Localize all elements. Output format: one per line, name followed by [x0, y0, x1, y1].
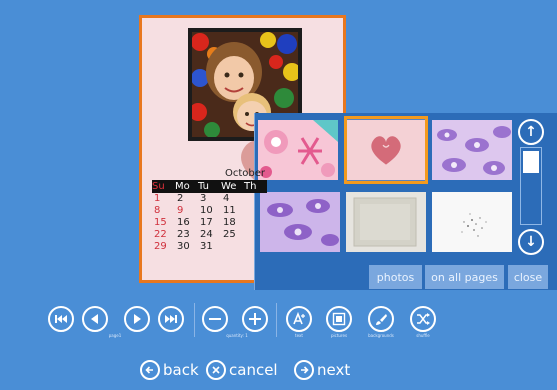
- background-thumbnail[interactable]: [432, 192, 512, 252]
- calendar-day: [221, 241, 244, 253]
- background-thumbnail[interactable]: [432, 120, 512, 180]
- plus-icon: [249, 313, 261, 325]
- calendar-day: 10: [200, 205, 213, 216]
- calendar-day: 18: [223, 217, 236, 228]
- skip-last-icon: [165, 315, 177, 323]
- back-label: back: [163, 361, 199, 379]
- calendar-day: 30: [177, 241, 190, 252]
- calendar-day: [244, 205, 267, 217]
- pink-flowers-pattern: [258, 120, 338, 180]
- calendar-grid: October Su Mo Tu We Th 1 2 3 4 8 9 10 11…: [152, 168, 267, 253]
- calendar-day: 4: [223, 193, 230, 204]
- background-thumbnail[interactable]: [260, 192, 340, 252]
- arrow-up-icon: ↑: [525, 124, 537, 140]
- shuffle-label: shuffle: [416, 333, 430, 338]
- calendar-day: 8: [154, 205, 161, 216]
- thumbnail-scrollbar[interactable]: [520, 147, 542, 225]
- add-text-button[interactable]: [286, 306, 312, 332]
- calendar-week-row: 22 23 24 25: [152, 229, 267, 241]
- pictures-label: pictures: [330, 333, 348, 338]
- background-thumbnail[interactable]: [346, 192, 426, 252]
- scroll-up-button[interactable]: ↑: [518, 119, 544, 145]
- pictures-button[interactable]: [326, 306, 352, 332]
- toolbar-divider: [194, 303, 195, 337]
- previous-page-button[interactable]: [82, 306, 108, 332]
- picture-icon: [332, 312, 346, 326]
- last-page-button[interactable]: [158, 306, 184, 332]
- brush-icon: [376, 314, 387, 325]
- calendar-day: 22: [154, 229, 167, 240]
- weekday-label: Th: [244, 181, 257, 192]
- calendar-day: 11: [223, 205, 236, 216]
- calendar-day: [244, 217, 267, 229]
- purple-paisley-pattern: [432, 120, 512, 180]
- scroll-down-button[interactable]: ↓: [518, 229, 544, 255]
- calendar-week-row: 15 16 17 18: [152, 217, 267, 229]
- next-page-button[interactable]: [124, 306, 150, 332]
- text-add-icon: [293, 311, 305, 325]
- calendar-day: 23: [177, 229, 190, 240]
- minus-icon: [209, 318, 221, 320]
- increase-quantity-button[interactable]: [242, 306, 268, 332]
- text-label: text: [295, 333, 303, 338]
- page-indicator-label: page1: [108, 333, 122, 338]
- arrow-down-icon: ↓: [525, 234, 537, 250]
- calendar-day: 15: [154, 217, 167, 228]
- parchment-texture-pattern: [346, 192, 426, 252]
- scrollbar-thumb[interactable]: [523, 151, 539, 173]
- shuffle-icon: [417, 313, 430, 325]
- next-label: next: [317, 361, 351, 379]
- calendar-month: October: [224, 168, 265, 179]
- speckled-white-pattern: [432, 192, 512, 252]
- calendar-day: 29: [154, 241, 167, 252]
- decrease-quantity-button[interactable]: [202, 306, 228, 332]
- weekday-label: Tu: [198, 181, 209, 192]
- background-thumbnail-selected[interactable]: [344, 116, 428, 184]
- skip-first-icon: [55, 315, 67, 323]
- calendar-day: 25: [223, 229, 236, 240]
- weekday-label: Mo: [175, 181, 190, 192]
- first-page-button[interactable]: [48, 306, 74, 332]
- next-button[interactable]: next: [294, 360, 350, 380]
- arrow-right-icon: [294, 360, 314, 380]
- calendar-day: 31: [200, 241, 213, 252]
- backgrounds-label: backgrounds: [368, 333, 394, 338]
- close-icon: [206, 360, 226, 380]
- arrow-left-icon: [140, 360, 160, 380]
- weekday-label: We: [221, 181, 237, 192]
- calendar-day: 16: [177, 217, 190, 228]
- cancel-button[interactable]: cancel: [206, 360, 278, 380]
- calendar-day: [244, 229, 267, 241]
- play-right-icon: [134, 314, 141, 324]
- calendar-week-row: 1 2 3 4: [152, 193, 267, 205]
- shuffle-button[interactable]: [410, 306, 436, 332]
- cancel-label: cancel: [229, 361, 278, 379]
- calendar-day: 3: [200, 193, 207, 204]
- calendar-day: [244, 241, 267, 253]
- calendar-day: 17: [200, 217, 213, 228]
- toolbar-divider: [276, 303, 277, 337]
- photos-button[interactable]: photos: [369, 265, 422, 289]
- close-button[interactable]: close: [508, 265, 548, 289]
- background-thumbnail[interactable]: [258, 120, 338, 180]
- backgrounds-button[interactable]: [368, 306, 394, 332]
- calendar-day: 24: [200, 229, 213, 240]
- play-left-icon: [91, 314, 98, 324]
- calendar-week-row: 29 30 31: [152, 241, 267, 253]
- apply-all-pages-button[interactable]: on all pages: [425, 265, 504, 289]
- weekday-label: Su: [152, 181, 165, 192]
- quantity-label: quantity: 1: [226, 333, 248, 338]
- lavender-paisley-pattern: [260, 192, 340, 252]
- calendar-day: 9: [177, 205, 184, 216]
- calendar-day: 1: [154, 193, 161, 204]
- calendar-day: 2: [177, 193, 184, 204]
- pink-heart-pattern: [347, 119, 425, 181]
- calendar-week-row: 8 9 10 11: [152, 205, 267, 217]
- calendar-day: [244, 193, 267, 205]
- back-button[interactable]: back: [140, 360, 199, 380]
- calendar-weekday-header: Su Mo Tu We Th: [152, 180, 267, 193]
